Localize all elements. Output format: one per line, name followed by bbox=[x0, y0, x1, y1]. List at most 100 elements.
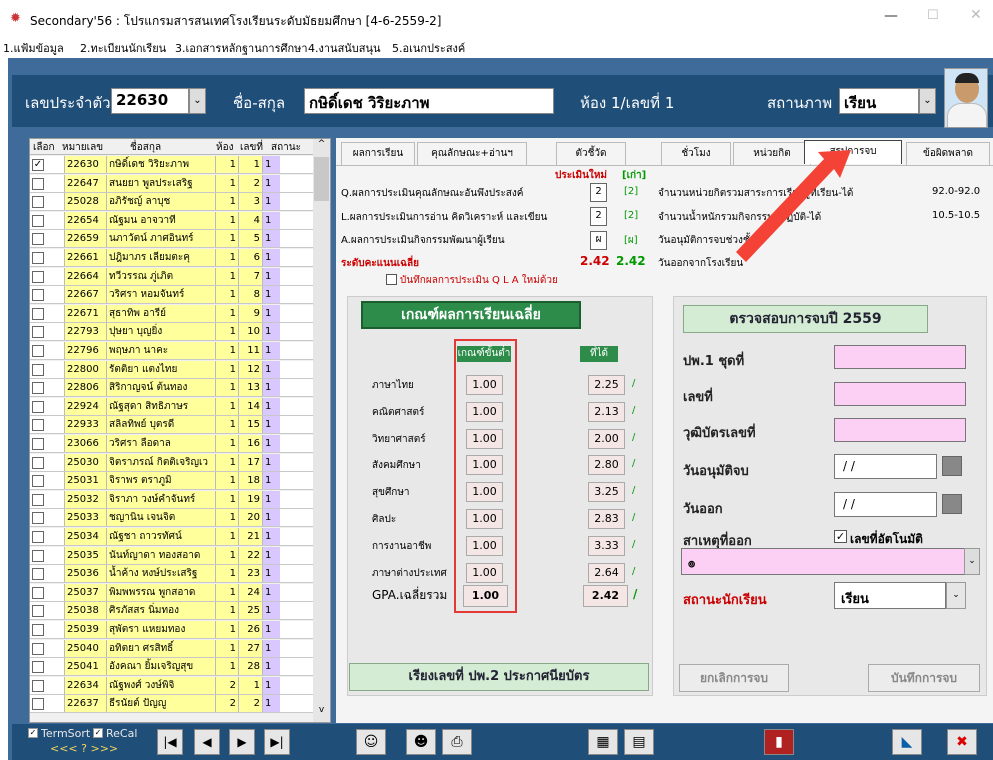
chevron-down-icon[interactable]: ⌄ bbox=[964, 548, 980, 575]
menu-misc[interactable]: 5.อเนกประสงค์ bbox=[392, 39, 465, 57]
table-row[interactable]: 22800 รัตติยา แตงไทย 1 12 1 bbox=[30, 360, 313, 379]
assess-q-input[interactable]: 2 bbox=[590, 183, 607, 202]
approve-date-field[interactable]: / / bbox=[834, 454, 937, 479]
table-row[interactable]: 22667 วริศรา หอมจันทร์ 1 8 1 bbox=[30, 286, 313, 305]
out-date-field[interactable]: / / bbox=[834, 492, 937, 517]
row-select-checkbox[interactable] bbox=[32, 531, 44, 543]
table-row[interactable]: 25036 น้ำค้าง หงษ์ประเสริฐ 1 23 1 bbox=[30, 565, 313, 584]
row-select-checkbox[interactable] bbox=[32, 233, 44, 246]
menu-file[interactable]: 1.แฟ้มข้อมูล bbox=[3, 39, 64, 57]
menu-documents[interactable]: 3.เอกสารหลักฐานการศึกษา bbox=[175, 39, 308, 57]
grid-view-icon[interactable]: ▦ bbox=[588, 729, 618, 755]
table-row[interactable]: 25040 อทิตยา ศรสิทธิ์ 1 27 1 bbox=[30, 639, 313, 658]
pp1-field[interactable] bbox=[834, 345, 966, 369]
table-row[interactable]: 25035 นันท์ญาดา ทองสอาด 1 22 1 bbox=[30, 546, 313, 565]
row-select-checkbox[interactable]: ✓ bbox=[32, 159, 44, 171]
auto-number-checkbox[interactable]: ✓ bbox=[834, 530, 847, 543]
approve-date-picker-button[interactable] bbox=[942, 456, 962, 476]
row-select-checkbox[interactable] bbox=[32, 586, 44, 599]
menu-support[interactable]: 4.งานสนับสนุน bbox=[308, 39, 381, 57]
out-date-picker-button[interactable] bbox=[942, 494, 962, 514]
chevron-down-icon[interactable]: ⌄ bbox=[919, 88, 936, 114]
row-select-checkbox[interactable] bbox=[32, 177, 44, 190]
row-select-checkbox[interactable] bbox=[32, 679, 44, 692]
exit-book-icon[interactable]: ◣ bbox=[892, 729, 922, 755]
termsort-checkbox[interactable]: ✓ bbox=[28, 728, 38, 738]
table-row[interactable]: 22637 ธีรนัยต์ ปัญญู 2 2 1 bbox=[30, 695, 313, 714]
table-row[interactable]: 22664 ทวีวรรณ ภู่เภิต 1 7 1 bbox=[30, 267, 313, 286]
close-app-icon[interactable]: ✖ bbox=[947, 729, 977, 755]
table-row[interactable]: 23066 วริศรา ลือดาล 1 16 1 bbox=[30, 435, 313, 453]
status-select[interactable]: เรียน bbox=[839, 88, 919, 114]
row-select-checkbox[interactable] bbox=[32, 345, 44, 357]
table-row[interactable]: 22933 สลิลทิพย์ บุตรดี 1 15 1 bbox=[30, 416, 313, 435]
row-select-checkbox[interactable] bbox=[32, 438, 44, 450]
row-select-checkbox[interactable] bbox=[32, 549, 44, 562]
maximize-button[interactable]: ☐ bbox=[927, 8, 939, 23]
row-select-checkbox[interactable] bbox=[32, 605, 44, 618]
row-select-checkbox[interactable] bbox=[32, 512, 44, 525]
cert-field[interactable] bbox=[834, 418, 966, 442]
table-row[interactable]: 22659 นภาวัตน์ ภาศอินทร์ 1 5 1 bbox=[30, 230, 313, 249]
scroll-up-icon[interactable]: ^ bbox=[313, 139, 330, 155]
save-qla-checkbox[interactable] bbox=[386, 274, 397, 285]
table-row[interactable]: 22793 ปุษยา บุญยิ่ง 1 10 1 bbox=[30, 323, 313, 342]
student-id-select[interactable]: 22630 bbox=[111, 88, 189, 114]
print-icon[interactable]: ⎙ bbox=[442, 729, 472, 755]
recal-checkbox[interactable]: ✓ bbox=[93, 728, 103, 738]
chevron-down-icon[interactable]: ⌄ bbox=[946, 582, 966, 609]
row-select-checkbox[interactable] bbox=[32, 419, 44, 432]
row-select-checkbox[interactable] bbox=[32, 568, 44, 581]
tab-hours[interactable]: ชั่วโมง bbox=[661, 142, 731, 166]
no-field[interactable] bbox=[834, 382, 966, 406]
row-select-checkbox[interactable] bbox=[32, 624, 44, 636]
chevron-down-icon[interactable]: ⌄ bbox=[189, 88, 206, 114]
tab-indicators[interactable]: ตัวชี้วัด bbox=[556, 142, 626, 166]
row-select-checkbox[interactable] bbox=[32, 698, 44, 711]
row-select-checkbox[interactable] bbox=[32, 289, 44, 302]
table-row[interactable]: 22654 ณัฐมน อาจวาที 1 4 1 bbox=[30, 211, 313, 230]
table-row[interactable]: 25037 พิมพพรรณ พูกสอาด 1 24 1 bbox=[30, 583, 313, 602]
table-row[interactable]: 22924 ณัฐสุดา สิทธิภาษร 1 14 1 bbox=[30, 397, 313, 416]
table-row[interactable]: 22796 พฤษภา นาคะ 1 11 1 bbox=[30, 342, 313, 360]
table-row[interactable]: 25030 จิตราภรณ์ กิตติเจริญเว 1 17 1 bbox=[30, 453, 313, 472]
row-select-checkbox[interactable] bbox=[32, 475, 44, 488]
reason-select[interactable]: ๏ bbox=[681, 548, 978, 575]
list-scrollbar[interactable]: ^ v bbox=[313, 139, 330, 722]
table-row[interactable]: 25032 จิราภา วงษ์คำจันทร์ 1 19 1 bbox=[30, 490, 313, 509]
row-select-checkbox[interactable] bbox=[32, 270, 44, 283]
minimize-button[interactable]: — bbox=[884, 8, 898, 24]
prev-record-icon[interactable]: ◀ bbox=[194, 729, 220, 755]
assess-l-input[interactable]: 2 bbox=[590, 207, 607, 226]
table-row[interactable]: 25033 ชญานิน เจนจิต 1 20 1 bbox=[30, 509, 313, 528]
tab-errors[interactable]: ข้อผิดพลาด bbox=[906, 142, 990, 166]
row-select-checkbox[interactable] bbox=[32, 252, 44, 264]
next-record-icon[interactable]: ▶ bbox=[229, 729, 255, 755]
row-select-checkbox[interactable] bbox=[32, 493, 44, 506]
table-row[interactable]: 22671 สุธาทิพ อารีย์ 1 9 1 bbox=[30, 304, 313, 323]
user-icon[interactable]: ☺ bbox=[356, 729, 386, 755]
row-select-checkbox[interactable] bbox=[32, 363, 44, 376]
table-row[interactable]: 22806 สิริกาญจน์ ต้นทอง 1 13 1 bbox=[30, 379, 313, 398]
last-record-icon[interactable]: ▶| bbox=[264, 729, 290, 755]
table-view-icon[interactable]: ▤ bbox=[624, 729, 654, 755]
row-select-checkbox[interactable] bbox=[32, 400, 44, 413]
table-row[interactable]: 22634 ณัฐพงศ์ วงษ์พิจิ 2 1 1 bbox=[30, 676, 313, 695]
scroll-thumb[interactable] bbox=[314, 157, 329, 201]
menu-registration[interactable]: 2.ทะเบียนนักเรียน bbox=[80, 39, 166, 57]
row-select-checkbox[interactable] bbox=[32, 661, 44, 674]
row-select-checkbox[interactable] bbox=[32, 456, 44, 469]
table-row[interactable]: 25038 ศิรภัสสร นิ่มทอง 1 25 1 bbox=[30, 602, 313, 621]
student-status-select[interactable]: เรียน bbox=[834, 582, 946, 609]
scroll-down-icon[interactable]: v bbox=[313, 705, 330, 721]
row-select-checkbox[interactable] bbox=[32, 642, 44, 655]
table-row[interactable]: 22647 สนยยา พูลประเสริฐ 1 2 1 bbox=[30, 174, 313, 193]
table-row[interactable]: ✓ 22630 กษิดิ์เดช วิริยะภาพ 1 1 1 bbox=[30, 156, 313, 174]
student-name-field[interactable]: กษิดิ์เดช วิริยะภาพ bbox=[304, 88, 554, 114]
close-button[interactable]: ✕ bbox=[970, 7, 982, 23]
order-certificate-button[interactable]: เรียงเลขที่ ปพ.2 ประกาศนียบัตร bbox=[349, 663, 649, 691]
row-select-checkbox[interactable] bbox=[32, 382, 44, 395]
table-row[interactable]: 25034 ณัฐชา ถาวรทัศน์ 1 21 1 bbox=[30, 528, 313, 546]
tab-grades[interactable]: ผลการเรียน bbox=[341, 142, 415, 166]
row-select-checkbox[interactable] bbox=[32, 307, 44, 320]
